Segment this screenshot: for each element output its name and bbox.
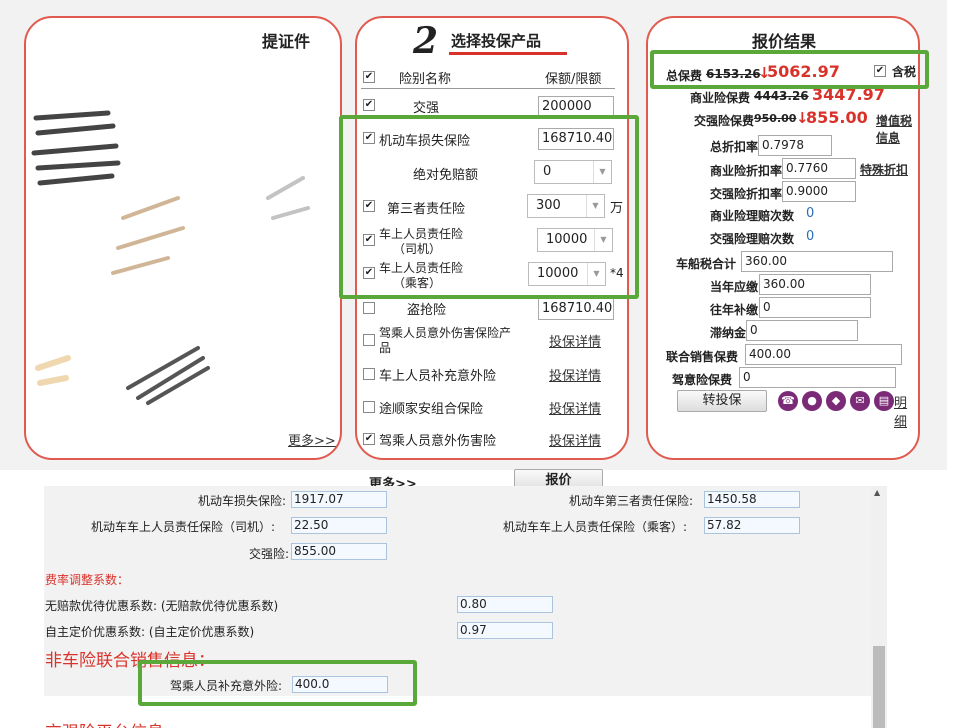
- current-due-input[interactable]: 360.00: [759, 274, 871, 295]
- detail-value-vehicle-damage: 1917.07: [291, 491, 387, 508]
- col-amount-header: 保额/限额: [545, 72, 602, 87]
- current-due-label: 当年应缴: [710, 280, 759, 294]
- transfer-button-label: 转投保: [702, 393, 742, 408]
- accident-product-detail-link[interactable]: 投保详情: [549, 331, 601, 350]
- row-label-accident-product-2: 品: [379, 341, 392, 355]
- detail-label-passenger: 机动车车上人员责任保险（乘客）:: [503, 520, 688, 534]
- row-label-driver-accident: 驾乘人员意外伤害险: [379, 434, 497, 449]
- detail-label-driver: 机动车车上人员责任保险（司机）:: [91, 520, 276, 534]
- rate-label-self-pricing: 自主定价优惠系数: (自主定价优惠系数): [45, 625, 255, 639]
- vessel-tax-label: 车船税合计: [676, 257, 737, 271]
- vessel-tax-input[interactable]: 360.00: [741, 251, 893, 272]
- transfer-button[interactable]: 转投保: [677, 390, 767, 412]
- cti-claims-label: 交强险理赔次数: [710, 232, 795, 246]
- title-underline: [449, 52, 567, 55]
- biz-claims-value: 0: [806, 206, 815, 221]
- detail-scrollbar[interactable]: ▲: [871, 486, 887, 728]
- row-label-accident-product: 驾乘人员意外伤害保险产: [379, 326, 512, 340]
- quote-result-title: 报价结果: [752, 32, 817, 51]
- rate-value-self-pricing: 0.97: [457, 622, 553, 639]
- late-fee-label: 滞纳金: [710, 326, 747, 340]
- rate-adjust-title: 费率调整系数：: [45, 573, 130, 587]
- detail-value-passenger: 57.82: [704, 517, 800, 534]
- non-car-highlight: [138, 660, 417, 706]
- chat-icon[interactable]: ●: [802, 391, 822, 411]
- left-panel: 提证件 更多>>: [24, 16, 342, 460]
- supplement-accident-detail-link[interactable]: 投保详情: [549, 365, 601, 384]
- biz-premium-old: 4443.26: [754, 89, 809, 103]
- cti-premium-old: 950.00: [754, 112, 797, 125]
- cti-premium-new: 855.00: [806, 108, 868, 127]
- detail-link[interactable]: 明细: [894, 392, 918, 430]
- cti-discount-label: 交强险折扣率: [710, 187, 783, 201]
- checkbox-accident-product[interactable]: [363, 334, 375, 346]
- cti-claims-value: 0: [806, 229, 815, 244]
- checkbox-cti[interactable]: [363, 99, 375, 111]
- total-premium-highlight: [650, 50, 929, 89]
- scroll-up-icon[interactable]: ▲: [874, 488, 880, 497]
- biz-premium-label: 商业险保费: [690, 91, 751, 105]
- biz-discount-input[interactable]: 0.7760: [782, 158, 856, 179]
- joint-sale-input[interactable]: 400.00: [745, 344, 902, 365]
- total-discount-input[interactable]: 0.7978: [758, 135, 832, 156]
- driver-acc-label: 驾意险保费: [672, 373, 733, 387]
- detail-label-third-party: 机动车第三者责任保险:: [569, 494, 694, 508]
- late-fee-input[interactable]: 0: [746, 320, 858, 341]
- theft-amount-input[interactable]: 168710.40: [538, 298, 614, 320]
- product-panel-title: 选择投保产品: [451, 32, 542, 50]
- joint-sale-label: 联合销售保费: [666, 350, 739, 364]
- past-due-label: 往年补缴: [710, 303, 759, 317]
- detail-value-third-party: 1450.58: [704, 491, 800, 508]
- rate-label-no-claim: 无赔款优待优惠系数: (无赔款优待优惠系数): [45, 599, 279, 613]
- detail-value-cti: 855.00: [291, 543, 387, 560]
- detail-value-driver: 22.50: [291, 517, 387, 534]
- mail-icon[interactable]: ✉: [850, 391, 870, 411]
- cti-premium-label: 交强险保费: [694, 114, 755, 128]
- past-due-input[interactable]: 0: [759, 297, 871, 318]
- driver-accident-detail-link[interactable]: 投保详情: [549, 430, 601, 449]
- share-icon[interactable]: ◆: [826, 391, 846, 411]
- select-all-checkbox[interactable]: [363, 71, 375, 83]
- vat-info-link[interactable]: 增值税信息: [876, 112, 918, 146]
- special-discount-link[interactable]: 特殊折扣: [860, 161, 908, 178]
- phone-icon[interactable]: ☎: [778, 391, 798, 411]
- scribble-strokes: [31, 110, 310, 405]
- biz-discount-label: 商业险折扣率: [710, 164, 783, 178]
- checkbox-family-combo[interactable]: [363, 401, 375, 413]
- checkbox-driver-accident[interactable]: [363, 433, 375, 445]
- checkbox-theft[interactable]: [363, 302, 375, 314]
- rate-value-no-claim: 0.80: [457, 596, 553, 613]
- driver-acc-input[interactable]: 0: [739, 367, 896, 388]
- cti-discount-input[interactable]: 0.9000: [782, 181, 856, 202]
- scroll-thumb[interactable]: [873, 646, 885, 728]
- left-panel-title: 提证件: [262, 32, 311, 51]
- detail-label-vehicle-damage: 机动车损失保险:: [198, 494, 287, 508]
- biz-claims-label: 商业险理赔次数: [710, 209, 795, 223]
- checkbox-supplement-accident[interactable]: [363, 368, 375, 380]
- selected-coverage-highlight: [339, 115, 639, 299]
- step-number: 2: [413, 20, 439, 62]
- cti-platform-title: 交强险平台信息: [45, 718, 164, 728]
- row-label-cti: 交强: [413, 101, 440, 116]
- detail-label-cti: 交强险:: [249, 547, 290, 561]
- row-label-family-combo: 途顺家安组合保险: [379, 402, 484, 417]
- left-more-link[interactable]: 更多>>: [288, 430, 336, 449]
- header-divider: [361, 88, 615, 89]
- family-combo-detail-link[interactable]: 投保详情: [549, 398, 601, 417]
- row-label-theft: 盗抢险: [407, 303, 447, 318]
- col-name-header: 险别名称: [399, 72, 452, 87]
- scribble-art: [31, 110, 310, 405]
- row-label-supplement-accident: 车上人员补充意外险: [379, 369, 497, 384]
- total-discount-label: 总折扣率: [710, 140, 759, 154]
- print-icon[interactable]: ▤: [874, 391, 894, 411]
